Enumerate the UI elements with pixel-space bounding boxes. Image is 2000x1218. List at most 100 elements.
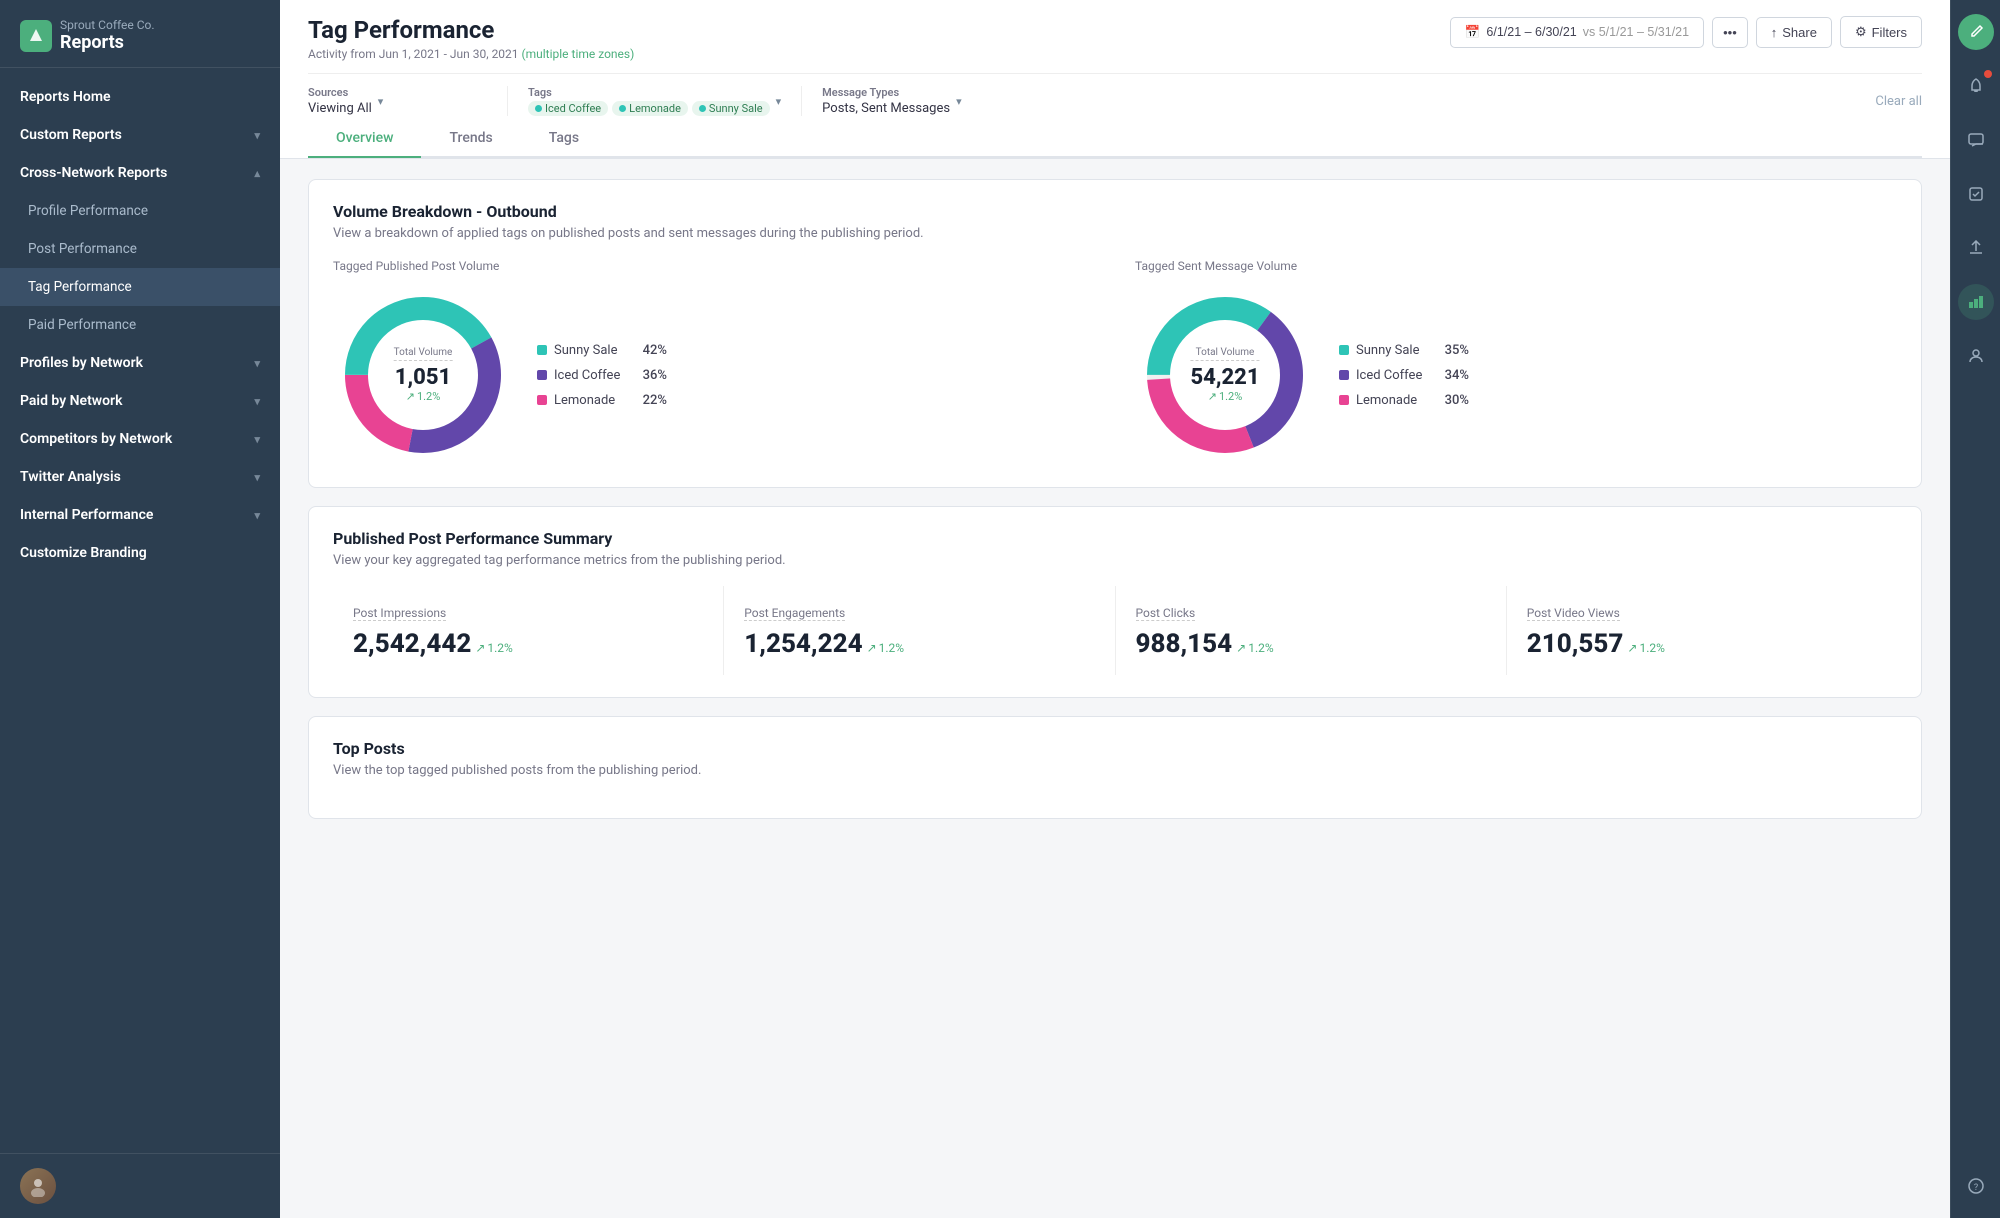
legend-item: Sunny Sale 35%	[1339, 343, 1469, 358]
page-subtitle: Activity from Jun 1, 2021 - Jun 30, 2021…	[308, 47, 634, 61]
top-posts-title: Top Posts	[333, 739, 1897, 758]
metric-post-video-views: Post Video Views 210,557 1.2%	[1507, 586, 1897, 675]
chevron-down-icon: ▾	[254, 471, 260, 484]
volume-breakdown-desc: View a breakdown of applied tags on publ…	[333, 226, 1897, 241]
chevron-down-icon: ▾	[254, 357, 260, 370]
tags-filter[interactable]: Tags Iced Coffee Lemonade Sunny Sale	[528, 86, 802, 116]
tags-label: Tags	[528, 86, 770, 99]
notifications-button[interactable]	[1958, 68, 1994, 104]
tab-trends[interactable]: Trends	[421, 120, 520, 158]
teal-dot	[537, 345, 547, 355]
brand-logo	[20, 20, 52, 52]
sent-chart-inner: Total Volume 54,221 1.2%	[1135, 285, 1897, 465]
tab-overview[interactable]: Overview	[308, 120, 421, 158]
sidebar-item-paid-by-network[interactable]: Paid by Network ▾	[0, 382, 280, 420]
more-button[interactable]: •••	[1712, 17, 1748, 48]
sidebar-item-custom-reports[interactable]: Custom Reports ▾	[0, 116, 280, 154]
legend-item: Lemonade 30%	[1339, 393, 1469, 408]
metrics-row: Post Impressions 2,542,442 1.2% Post Eng…	[333, 586, 1897, 675]
svg-text:?: ?	[1973, 1183, 1977, 1193]
volume-breakdown-title: Volume Breakdown - Outbound	[333, 202, 1897, 221]
share-icon: ↑	[1771, 25, 1778, 40]
published-chart-section: Tagged Published Post Volume	[333, 259, 1095, 465]
sidebar-nav: Reports Home Custom Reports ▾ Cross-Netw…	[0, 68, 280, 1153]
compose-button[interactable]	[1958, 14, 1994, 50]
legend-item: Iced Coffee 36%	[537, 368, 667, 383]
sidebar-item-cross-network[interactable]: Cross-Network Reports ▴	[0, 154, 280, 192]
sidebar-item-twitter-analysis[interactable]: Twitter Analysis ▾	[0, 458, 280, 496]
sidebar-item-internal-performance[interactable]: Internal Performance ▾	[0, 496, 280, 534]
purple-dot	[537, 370, 547, 380]
notification-badge	[1984, 70, 1992, 78]
app-name: Reports	[60, 32, 155, 53]
sent-chart-section: Tagged Sent Message Volume Tot	[1135, 259, 1897, 465]
legend-item: Lemonade 22%	[537, 393, 667, 408]
avatar[interactable]	[20, 1168, 56, 1204]
tag-iced-coffee: Iced Coffee	[528, 101, 608, 116]
trend-up-icon	[1236, 641, 1246, 655]
page-title: Tag Performance	[308, 16, 634, 44]
company-name: Sprout Coffee Co.	[60, 18, 155, 32]
top-posts-card: Top Posts View the top tagged published …	[308, 716, 1922, 819]
trend-up-icon	[475, 641, 485, 655]
analytics-button[interactable]	[1958, 284, 1994, 320]
social-button[interactable]	[1958, 338, 1994, 374]
sidebar-item-post-performance[interactable]: Post Performance	[0, 230, 280, 268]
tag-sunny-sale: Sunny Sale	[692, 101, 770, 116]
filters-button[interactable]: ⚙ Filters	[1840, 16, 1922, 48]
icon-rail: ?	[1950, 0, 2000, 1218]
trend-up-icon	[1208, 390, 1217, 403]
chevron-down-icon: ▾	[956, 95, 962, 108]
filter-bar: Sources Viewing All ▾ Tags Iced Coffee	[308, 73, 1922, 116]
published-chart-label: Tagged Published Post Volume	[333, 259, 1095, 273]
volume-breakdown-card: Volume Breakdown - Outbound View a break…	[308, 179, 1922, 488]
sidebar-item-profiles-by-network[interactable]: Profiles by Network ▾	[0, 344, 280, 382]
brand-header: Sprout Coffee Co. Reports	[0, 0, 280, 68]
clear-all-button[interactable]: Clear all	[1875, 94, 1922, 109]
date-range-button[interactable]: 📅 6/1/21 – 6/30/21 vs 5/1/21 – 5/31/21	[1450, 17, 1704, 48]
chevron-down-icon: ▾	[254, 395, 260, 408]
legend-item: Sunny Sale 42%	[537, 343, 667, 358]
trend-up-icon	[406, 390, 415, 403]
content-area: Volume Breakdown - Outbound View a break…	[280, 159, 1950, 1218]
metric-post-impressions: Post Impressions 2,542,442 1.2%	[333, 586, 724, 675]
chevron-down-icon: ▾	[378, 95, 384, 108]
chevron-down-icon: ▾	[254, 509, 260, 522]
sidebar-item-paid-performance[interactable]: Paid Performance	[0, 306, 280, 344]
help-button[interactable]: ?	[1958, 1168, 1994, 1204]
sidebar-item-competitors-by-network[interactable]: Competitors by Network ▾	[0, 420, 280, 458]
published-summary-desc: View your key aggregated tag performance…	[333, 553, 1897, 568]
trend-up-icon	[867, 641, 877, 655]
trend-up-icon	[1627, 641, 1637, 655]
messages-button[interactable]	[1958, 122, 1994, 158]
title-block: Tag Performance Activity from Jun 1, 202…	[308, 16, 634, 61]
sidebar-item-customize-branding[interactable]: Customize Branding	[0, 534, 280, 572]
teal-dot	[1339, 345, 1349, 355]
sent-legend: Sunny Sale 35% Iced Coffee 34%	[1339, 343, 1469, 408]
published-donut-center: Total Volume 1,051 1.2%	[394, 347, 453, 403]
tab-tags[interactable]: Tags	[521, 120, 607, 158]
sidebar-item-profile-performance[interactable]: Profile Performance	[0, 192, 280, 230]
sidebar-item-reports-home[interactable]: Reports Home	[0, 78, 280, 116]
chevron-down-icon: ▾	[254, 129, 260, 142]
sources-filter[interactable]: Sources Viewing All ▾	[308, 86, 508, 116]
published-summary-title: Published Post Performance Summary	[333, 529, 1897, 548]
header-actions: 📅 6/1/21 – 6/30/21 vs 5/1/21 – 5/31/21 •…	[1450, 16, 1922, 48]
message-types-filter[interactable]: Message Types Posts, Sent Messages ▾	[822, 86, 1022, 116]
calendar-icon: 📅	[1465, 25, 1481, 40]
timezone-note: (multiple time zones)	[522, 47, 635, 61]
share-button[interactable]: ↑ Share	[1756, 17, 1832, 48]
filter-icon: ⚙	[1855, 24, 1867, 40]
tasks-button[interactable]	[1958, 176, 1994, 212]
published-summary-card: Published Post Performance Summary View …	[308, 506, 1922, 698]
metric-post-engagements: Post Engagements 1,254,224 1.2%	[724, 586, 1115, 675]
top-posts-desc: View the top tagged published posts from…	[333, 763, 1897, 778]
sidebar-item-tag-performance[interactable]: Tag Performance	[0, 268, 280, 306]
publish-button[interactable]	[1958, 230, 1994, 266]
metric-post-clicks: Post Clicks 988,154 1.2%	[1116, 586, 1507, 675]
pink-dot	[537, 395, 547, 405]
published-donut: Total Volume 1,051 1.2%	[333, 285, 513, 465]
message-types-label: Message Types	[822, 86, 950, 99]
sidebar-footer	[0, 1153, 280, 1218]
main-content: Tag Performance Activity from Jun 1, 202…	[280, 0, 1950, 1218]
